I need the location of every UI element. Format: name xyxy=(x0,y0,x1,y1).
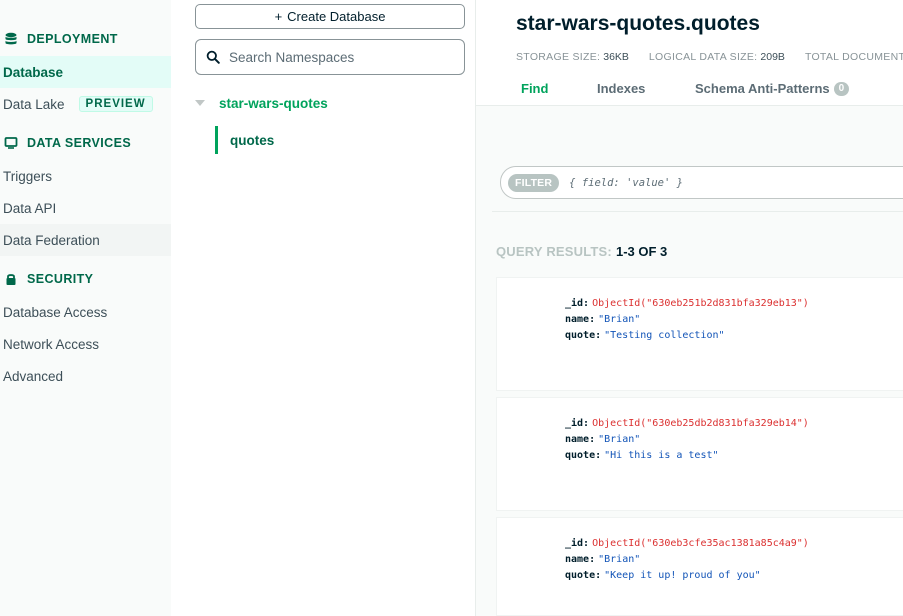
field-value: ObjectId("630eb3cfe35ac1381a85c4a9") xyxy=(592,538,809,549)
namespace-search xyxy=(195,39,465,75)
stat-logical-size-value: 209B xyxy=(760,51,785,63)
sidebar-item-network-access[interactable]: Network Access xyxy=(0,328,171,360)
search-icon xyxy=(206,50,220,64)
field-key: quote: xyxy=(565,450,602,461)
field-value: "Hi this is a test" xyxy=(604,450,719,461)
sidebar-item-database-label: Database xyxy=(3,64,64,80)
tab-indexes-label: Indexes xyxy=(597,81,646,96)
query-bar-area: FILTER xyxy=(492,106,903,212)
sidebar-item-data-lake-label: Data Lake xyxy=(3,96,65,112)
left-sidebar: DEPLOYMENT Database Data Lake PREVIEW DA… xyxy=(0,0,171,616)
sidebar-item-data-api-label: Data API xyxy=(3,200,57,216)
collection-view: star-wars-quotes.quotes STORAGE SIZE: 36K… xyxy=(476,0,903,616)
document-card[interactable]: _id: ObjectId("630eb251b2d831bfa329eb13")… xyxy=(496,277,903,391)
sidebar-item-triggers-label: Triggers xyxy=(3,168,53,184)
sidebar-item-data-api[interactable]: Data API xyxy=(0,192,171,224)
create-database-label: Create Database xyxy=(287,9,386,24)
lock-icon xyxy=(6,274,16,285)
field-key: name: xyxy=(565,314,596,325)
query-results-label: QUERY RESULTS: xyxy=(496,244,612,259)
stat-logical-size-label: LOGICAL DATA SIZE: xyxy=(648,51,758,63)
field-value: ObjectId("630eb251b2d831bfa329eb13") xyxy=(592,298,809,309)
field-value: "Brian" xyxy=(598,314,641,325)
document-field-id: _id: ObjectId("630eb25db2d831bfa329eb14") xyxy=(565,418,809,429)
document-field-name: name: "Brian" xyxy=(565,554,640,565)
section-security-label: SECURITY xyxy=(27,272,94,286)
tab-find-label: Find xyxy=(521,81,549,96)
field-key: name: xyxy=(565,554,596,565)
sidebar-item-data-federation-label: Data Federation xyxy=(3,232,100,248)
query-results-summary: QUERY RESULTS: 1-3 OF 3 xyxy=(496,244,667,259)
filter-bar: FILTER xyxy=(500,166,903,199)
sidebar-item-database[interactable]: Database xyxy=(0,56,171,88)
tab-find[interactable]: Find xyxy=(521,81,548,96)
collection-tree-item[interactable]: quotes xyxy=(215,126,274,154)
sidebar-item-database-access-label: Database Access xyxy=(3,304,108,320)
stat-total-documents-label: TOTAL DOCUMENTS xyxy=(804,51,903,63)
field-key: quote: xyxy=(565,570,602,581)
document-field-quote: quote: "Hi this is a test" xyxy=(565,450,719,461)
field-key: _id: xyxy=(565,298,590,309)
document-card[interactable]: _id: ObjectId("630eb3cfe35ac1381a85c4a9")… xyxy=(496,517,903,616)
stat-total-documents: TOTAL DOCUMENTS xyxy=(805,51,903,63)
filter-label: FILTER xyxy=(508,173,560,192)
query-results-range: 1-3 OF 3 xyxy=(615,244,668,259)
preview-badge: PREVIEW xyxy=(78,96,153,112)
document-field-quote: quote: "Testing collection" xyxy=(565,330,725,341)
collection-header: star-wars-quotes.quotes STORAGE SIZE: 36K… xyxy=(476,0,903,106)
schema-count-badge: 0 xyxy=(833,81,850,96)
sidebar-item-data-federation[interactable]: Data Federation xyxy=(0,224,171,256)
document-field-name: name: "Brian" xyxy=(565,434,640,445)
sidebar-item-advanced-label: Advanced xyxy=(3,368,64,384)
sidebar-item-network-access-label: Network Access xyxy=(3,336,100,352)
namespace-panel: + Create Database star-wars-quotes quote… xyxy=(171,0,476,616)
document-field-id: _id: ObjectId("630eb3cfe35ac1381a85c4a9") xyxy=(565,538,809,549)
field-value: "Brian" xyxy=(598,554,641,565)
field-value: "Keep it up! proud of you" xyxy=(604,570,761,581)
monitor-icon xyxy=(4,137,18,149)
tab-indexes[interactable]: Indexes xyxy=(597,81,645,96)
collection-name: quotes xyxy=(230,132,275,148)
plus-icon: + xyxy=(274,9,283,24)
page-title: star-wars-quotes.quotes xyxy=(516,12,760,35)
field-key: quote: xyxy=(565,330,602,341)
field-value: ObjectId("630eb25db2d831bfa329eb14") xyxy=(592,418,809,429)
field-value: "Testing collection" xyxy=(604,330,725,341)
sidebar-item-triggers[interactable]: Triggers xyxy=(0,160,171,192)
stat-storage-size-label: STORAGE SIZE: xyxy=(516,51,601,63)
document-field-id: _id: ObjectId("630eb251b2d831bfa329eb13") xyxy=(565,298,809,309)
database-stack-icon xyxy=(5,32,17,45)
document-card[interactable]: _id: ObjectId("630eb25db2d831bfa329eb14")… xyxy=(496,397,903,511)
stat-storage-size: STORAGE SIZE: 36KB xyxy=(516,51,629,63)
stat-storage-size-value: 36KB xyxy=(603,51,629,63)
create-database-button[interactable]: + Create Database xyxy=(195,4,465,29)
field-key: _id: xyxy=(565,538,590,549)
stat-logical-size: LOGICAL DATA SIZE: 209B xyxy=(649,51,785,63)
section-data-services-label: DATA SERVICES xyxy=(27,136,132,150)
caret-down-icon[interactable] xyxy=(195,100,205,106)
sidebar-item-advanced[interactable]: Advanced xyxy=(0,360,171,392)
tab-schema-label: Schema Anti-Patterns xyxy=(695,81,830,96)
filter-input[interactable] xyxy=(569,176,870,189)
collection-stats: STORAGE SIZE: 36KB LOGICAL DATA SIZE: 209B… xyxy=(516,51,903,63)
field-key: _id: xyxy=(565,418,590,429)
document-field-name: name: "Brian" xyxy=(565,314,640,325)
section-deployment-label: DEPLOYMENT xyxy=(27,32,118,46)
database-tree-item[interactable]: star-wars-quotes xyxy=(195,92,328,114)
tab-schema-anti-patterns[interactable]: Schema Anti-Patterns 0 xyxy=(695,81,850,96)
sidebar-item-data-lake[interactable]: Data Lake PREVIEW xyxy=(0,88,171,120)
field-value: "Brian" xyxy=(598,434,641,445)
document-field-quote: quote: "Keep it up! proud of you" xyxy=(565,570,761,581)
database-name: star-wars-quotes xyxy=(219,95,328,111)
collection-tabs: Find Indexes Schema Anti-Patterns 0 xyxy=(476,76,903,106)
sidebar-item-database-access[interactable]: Database Access xyxy=(0,296,171,328)
field-key: name: xyxy=(565,434,596,445)
namespace-search-input[interactable] xyxy=(229,49,449,65)
